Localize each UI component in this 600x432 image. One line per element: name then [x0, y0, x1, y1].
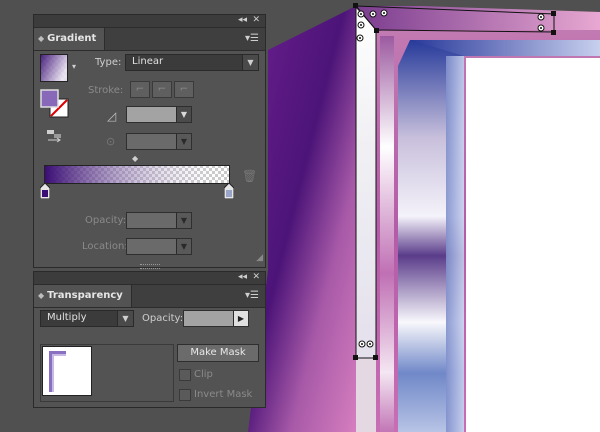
gradient-slider[interactable]: [44, 165, 230, 203]
transparency-tab-row: ◆ Transparency ▾☰: [34, 285, 265, 308]
clip-checkbox[interactable]: [179, 369, 191, 381]
type-dropdown[interactable]: Linear ▼: [125, 54, 259, 71]
clip-label: Clip: [194, 369, 213, 380]
stop-opacity-field[interactable]: ▼: [126, 212, 192, 229]
make-mask-button[interactable]: Make Mask: [177, 344, 259, 362]
color-stop-right[interactable]: [224, 183, 234, 199]
trash-icon[interactable]: 🗑: [242, 169, 257, 183]
panel-menu-icon[interactable]: ▾☰: [245, 33, 259, 45]
midpoint-diamond[interactable]: ◆: [132, 154, 138, 163]
panel-resize-grip[interactable]: [140, 264, 160, 269]
angle-field[interactable]: ▼: [126, 106, 192, 123]
chevron-down-icon[interactable]: ▼: [176, 213, 191, 228]
type-value: Linear: [132, 56, 164, 67]
transparency-opacity-field[interactable]: ▶: [183, 310, 249, 327]
stop-location-field[interactable]: ▼: [126, 238, 192, 255]
transparency-panel: ◂◂ ✕ ◆ Transparency ▾☰ Multiply ▼ Opacity…: [33, 271, 266, 408]
gradient-panel-titlebar[interactable]: ◂◂ ✕: [34, 15, 265, 28]
stroke-along-button[interactable]: ⌐: [152, 81, 172, 98]
invert-mask-checkbox[interactable]: [179, 389, 191, 401]
blend-mode-dropdown[interactable]: Multiply ▼: [40, 310, 134, 327]
panel-menu-icon[interactable]: ▾☰: [245, 290, 259, 302]
tab-gradient[interactable]: ◆ Gradient: [34, 28, 106, 50]
object-thumbnail[interactable]: [42, 346, 92, 396]
corner-resize-icon[interactable]: ◢: [256, 253, 263, 263]
close-icon[interactable]: ✕: [252, 271, 260, 283]
opacity-label: Opacity:: [85, 215, 127, 226]
blend-mode-value: Multiply: [47, 312, 87, 323]
live-corner-widgets[interactable]: [352, 8, 552, 358]
chevron-right-icon[interactable]: ▶: [233, 311, 248, 326]
gradient-swatch[interactable]: [40, 54, 68, 82]
fill-stroke-indicator[interactable]: [40, 89, 70, 119]
chevron-down-icon[interactable]: ▼: [176, 107, 191, 122]
location-label: Location:: [82, 241, 128, 252]
tab-transparency[interactable]: ◆ Transparency: [34, 285, 132, 307]
close-icon[interactable]: ✕: [252, 14, 260, 26]
double-chevron-icon[interactable]: ◂◂: [238, 14, 247, 26]
stroke-across-button[interactable]: ⌐: [174, 81, 194, 98]
aspect-ratio-field[interactable]: ▼: [126, 133, 192, 150]
reverse-gradient-icon[interactable]: [46, 129, 64, 143]
transparency-tab-label: Transparency: [47, 290, 123, 301]
transparency-panel-titlebar[interactable]: ◂◂ ✕: [34, 272, 265, 285]
gradient-tab-row: ◆ Gradient ▾☰: [34, 28, 265, 51]
gradient-panel: ◂◂ ✕ ◆ Gradient ▾☰ ▾ Type: Linear ▼ Strok…: [33, 14, 266, 269]
aspect-ratio-icon: ⊙: [106, 135, 116, 148]
chevron-down-icon[interactable]: ▼: [176, 134, 191, 149]
stroke-label: Stroke:: [88, 85, 124, 96]
color-stop-left[interactable]: [40, 183, 50, 199]
angle-icon: ◿: [107, 109, 117, 123]
stroke-within-button[interactable]: ⌐: [130, 81, 150, 98]
chevron-down-icon: ▼: [242, 55, 258, 70]
chevron-down-icon: ▼: [117, 311, 133, 326]
gradient-tab-label: Gradient: [47, 33, 97, 44]
invert-mask-label: Invert Mask: [194, 389, 253, 400]
type-label: Type:: [95, 57, 122, 68]
transparency-opacity-label: Opacity:: [142, 313, 184, 324]
swatch-dropdown-icon[interactable]: ▾: [72, 62, 76, 71]
double-chevron-icon[interactable]: ◂◂: [238, 271, 247, 283]
chevron-down-icon[interactable]: ▼: [176, 239, 191, 254]
